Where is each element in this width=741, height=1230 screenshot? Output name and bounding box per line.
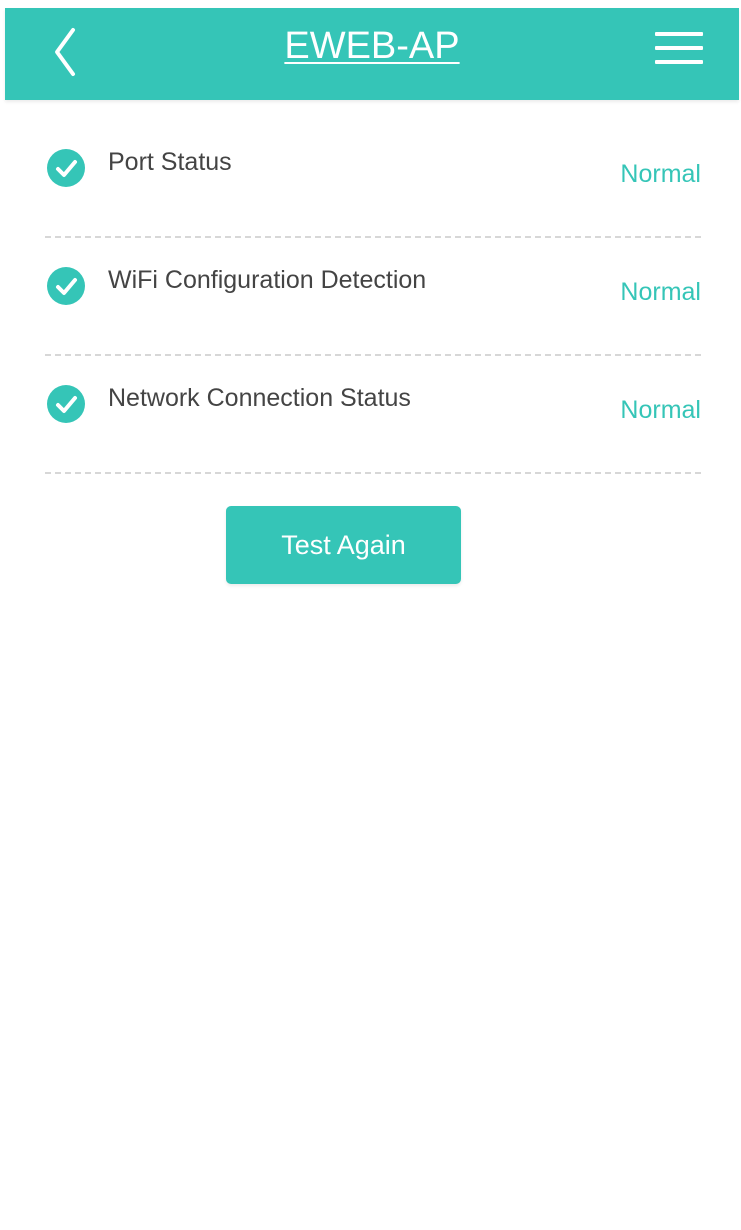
list-item: WiFi Configuration Detection Normal — [45, 238, 701, 356]
hamburger-menu-line — [655, 60, 703, 64]
check-circle-icon — [47, 149, 85, 187]
diagnosis-page: EWEB-AP Port Status Normal WiFi Configur… — [0, 0, 741, 1230]
check-label: Network Connection Status — [108, 384, 411, 412]
hamburger-menu-icon — [655, 32, 703, 36]
page-title[interactable]: EWEB-AP — [5, 24, 739, 68]
check-circle-icon — [47, 385, 85, 423]
status-badge: Normal — [620, 396, 701, 424]
diagnosis-list: Port Status Normal WiFi Configuration De… — [45, 120, 701, 474]
status-badge: Normal — [620, 278, 701, 306]
status-badge: Normal — [620, 160, 701, 188]
check-label: Port Status — [108, 148, 232, 176]
list-item: Network Connection Status Normal — [45, 356, 701, 474]
top-navigation-bar: EWEB-AP — [5, 8, 739, 100]
hamburger-menu-line — [655, 46, 703, 50]
list-item: Port Status Normal — [45, 120, 701, 238]
check-label: WiFi Configuration Detection — [108, 266, 427, 294]
test-again-button[interactable]: Test Again — [226, 506, 461, 584]
menu-button[interactable] — [655, 32, 705, 72]
check-circle-icon — [47, 267, 85, 305]
